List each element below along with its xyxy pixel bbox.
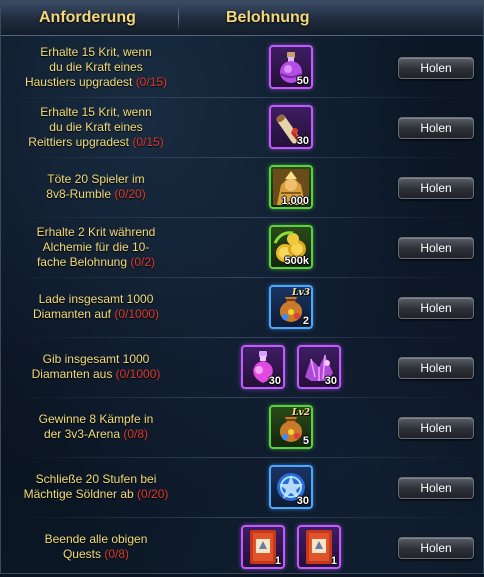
quest-requirement: Erhalte 15 Krit, wenn du die Kraft eines H… [11, 37, 181, 97]
requirement-text: du die Kraft eines [49, 119, 143, 134]
requirement-text: Diamanten aus [31, 367, 113, 381]
table-header: Anforderung Belohnung [1, 1, 483, 36]
quest-progress: (0/20) [137, 487, 169, 501]
requirement-text: Töte 20 Spieler im [47, 172, 145, 186]
reward-item[interactable]: 30 [269, 465, 313, 509]
quest-progress: (0/15) [135, 74, 168, 89]
item-quantity: 30 [296, 495, 309, 507]
quest-row: Erhalte 15 Krit, wenn du die Kraft eines R… [1, 97, 483, 157]
requirement-text: Gewinne 8 Kämpfe in [38, 412, 154, 426]
quest-row: Erhalte 2 Krit während Alchemie für die 1… [1, 217, 483, 277]
item-quantity: 50 [296, 75, 309, 87]
item-quantity: 1 [274, 555, 281, 567]
item-quantity: 1 [330, 555, 337, 567]
requirement-text: Mächtige Söldner ab [23, 487, 134, 501]
requirement-text: Erhalte 2 Krit während [36, 224, 156, 239]
requirement-text: der 3v3-Arena [43, 427, 120, 441]
item-quantity: 30 [268, 375, 281, 387]
quest-row: Beende alle obigen Quests (0/8) 1 1 Holen [1, 517, 483, 577]
item-quantity: 30 [296, 135, 309, 147]
header-divider [178, 5, 179, 31]
claim-button[interactable]: Holen [398, 237, 474, 259]
item-quantity: 500k [284, 255, 309, 267]
requirement-text: Haustiers upgradest [24, 74, 133, 89]
reward-item[interactable]: 1 [297, 525, 341, 569]
reward-slots: 1.000 [191, 157, 391, 217]
claim-button[interactable]: Holen [398, 477, 474, 499]
claim-button[interactable]: Holen [398, 117, 474, 139]
reward-slots: Lv2 5 [191, 397, 391, 457]
requirement-text: Reittiers upgradest [28, 134, 129, 149]
quest-progress: (0/15) [132, 134, 164, 149]
requirement-text: du die Kraft eines [49, 59, 143, 74]
reward-slots: 30 30 [191, 337, 391, 397]
reward-slots: 500k [191, 217, 391, 277]
reward-item[interactable]: 1 [241, 525, 285, 569]
claim-button[interactable]: Holen [398, 357, 474, 379]
quest-row: Erhalte 15 Krit, wenn du die Kraft eines H… [1, 37, 483, 97]
requirement-text: fache Belohnung [36, 254, 128, 269]
quest-progress: (0/1000) [115, 367, 161, 381]
quest-progress: (0/8) [123, 427, 149, 441]
item-quantity: 1.000 [281, 195, 309, 207]
reward-item[interactable]: 30 [297, 345, 341, 389]
quest-row: Lade insgesamt 1000 Diamanten auf (0/1000… [1, 277, 483, 337]
reward-slots: 11 [191, 517, 391, 577]
quest-requirement: Erhalte 15 Krit, wenn du die Kraft eines R… [11, 97, 181, 157]
quest-requirement: Gewinne 8 Kämpfe in der 3v3-Arena (0/8) [11, 397, 181, 457]
requirement-text: Quests [62, 547, 101, 561]
quest-progress: (0/2) [130, 254, 156, 269]
quest-requirement: Erhalte 2 Krit während Alchemie für die 1… [11, 217, 181, 277]
requirement-text: Gib insgesamt 1000 [42, 352, 150, 366]
reward-item[interactable]: 30 [241, 345, 285, 389]
claim-button[interactable]: Holen [398, 297, 474, 319]
quest-reward-panel: Anforderung Belohnung Erhalte 15 Krit, w… [0, 0, 484, 574]
reward-slots: 30 [191, 97, 391, 157]
requirement-text: Alchemie für die 10- [42, 239, 150, 254]
requirement-column-title: Anforderung [39, 9, 136, 26]
item-quantity: 2 [302, 315, 309, 327]
reward-slots: 50 [191, 37, 391, 97]
quest-requirement: Gib insgesamt 1000 Diamanten aus (0/1000) [11, 337, 181, 397]
reward-item[interactable]: 30 [269, 105, 313, 149]
quest-requirement: Lade insgesamt 1000 Diamanten auf (0/1000… [11, 277, 181, 337]
quest-row: Schließe 20 Stufen bei Mächtige Söldner a… [1, 457, 483, 517]
quest-progress: (0/8) [104, 547, 130, 561]
quest-requirement: Töte 20 Spieler im 8v8-Rumble (0/20) [11, 157, 181, 217]
requirement-text: Lade insgesamt 1000 [38, 292, 154, 306]
reward-slots: Lv3 2 [191, 277, 391, 337]
quest-row: Gib insgesamt 1000 Diamanten aus (0/1000)… [1, 337, 483, 397]
quest-row: Gewinne 8 Kämpfe in der 3v3-Arena (0/8) Lv… [1, 397, 483, 457]
requirement-text: Erhalte 15 Krit, wenn [40, 104, 152, 119]
quest-row: Töte 20 Spieler im 8v8-Rumble (0/20) 1.000… [1, 157, 483, 217]
quest-list: Erhalte 15 Krit, wenn du die Kraft eines H… [1, 37, 483, 577]
reward-item[interactable]: Lv3 2 [269, 285, 313, 329]
claim-button[interactable]: Holen [398, 57, 474, 79]
quest-progress: (0/1000) [114, 307, 160, 321]
requirement-text: Erhalte 15 Krit, wenn [40, 44, 152, 59]
reward-item[interactable]: Lv2 5 [269, 405, 313, 449]
claim-button[interactable]: Holen [398, 417, 474, 439]
claim-button[interactable]: Holen [398, 177, 474, 199]
quest-requirement: Beende alle obigen Quests (0/8) [11, 517, 181, 577]
reward-item[interactable]: 1.000 [269, 165, 313, 209]
reward-slots: 30 [191, 457, 391, 517]
reward-item[interactable]: 50 [269, 45, 313, 89]
quest-requirement: Schließe 20 Stufen bei Mächtige Söldner a… [11, 457, 181, 517]
item-level-badge: Lv2 [292, 408, 310, 418]
reward-item[interactable]: 500k [269, 225, 313, 269]
item-level-badge: Lv3 [292, 288, 310, 298]
reward-column-title: Belohnung [226, 9, 310, 26]
requirement-text: Beende alle obigen [44, 532, 148, 546]
quest-progress: (0/20) [114, 187, 146, 201]
requirement-text: Diamanten auf [32, 307, 111, 321]
claim-button[interactable]: Holen [398, 537, 474, 559]
item-quantity: 30 [324, 375, 337, 387]
requirement-text: Schließe 20 Stufen bei [35, 472, 157, 486]
requirement-text: 8v8-Rumble [46, 187, 111, 201]
item-quantity: 5 [302, 435, 309, 447]
